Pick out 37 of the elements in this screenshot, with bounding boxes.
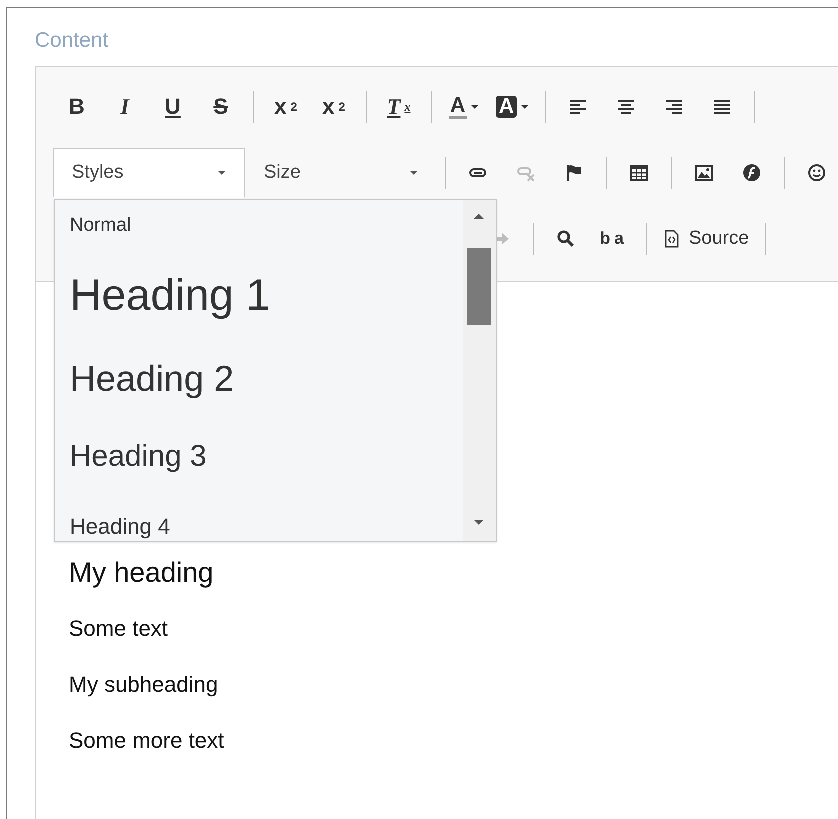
- underline-button[interactable]: U: [149, 87, 197, 127]
- bold-button[interactable]: B: [53, 87, 101, 127]
- align-left-icon: [569, 98, 588, 116]
- caret-icon: [470, 105, 479, 109]
- caret-icon: [410, 171, 418, 175]
- source-button[interactable]: Source: [655, 219, 758, 259]
- superscript-button[interactable]: x$^{2}$: [310, 87, 358, 127]
- background-color-button[interactable]: A: [488, 87, 538, 127]
- smiley-icon: [808, 164, 826, 182]
- paragraph-text: Some text: [69, 616, 168, 642]
- flag-icon: [565, 164, 583, 182]
- caret-icon: [521, 105, 530, 109]
- italic-button[interactable]: I: [101, 87, 149, 127]
- align-right-icon: [665, 98, 684, 116]
- flash-icon: [743, 164, 761, 182]
- paragraph-text: My subheading: [69, 672, 218, 698]
- paragraph-text: Some more text: [69, 728, 224, 754]
- scrollbar[interactable]: [463, 200, 496, 541]
- table-icon: [630, 164, 648, 182]
- justify-icon: [713, 98, 732, 116]
- style-option[interactable]: Heading 1: [70, 252, 463, 340]
- combo-box[interactable]: Size: [245, 148, 437, 198]
- style-option[interactable]: Normal: [70, 200, 463, 252]
- style-option[interactable]: Heading 4: [70, 496, 463, 541]
- document-icon: [663, 230, 681, 248]
- image-icon: [695, 164, 713, 182]
- search-icon: [557, 230, 575, 248]
- text-color-button[interactable]: A: [440, 87, 488, 127]
- align-center-icon: [617, 98, 636, 116]
- style-option[interactable]: Heading 3: [70, 418, 463, 496]
- heading-text: My heading: [69, 556, 214, 588]
- combo-box[interactable]: Styles: [53, 148, 245, 198]
- replace-button[interactable]: ba: [590, 219, 638, 259]
- field-label: Content: [35, 28, 110, 54]
- strikethrough-button[interactable]: S: [197, 87, 245, 127]
- caret-icon: [218, 171, 226, 175]
- style-option[interactable]: Heading 2: [70, 340, 463, 418]
